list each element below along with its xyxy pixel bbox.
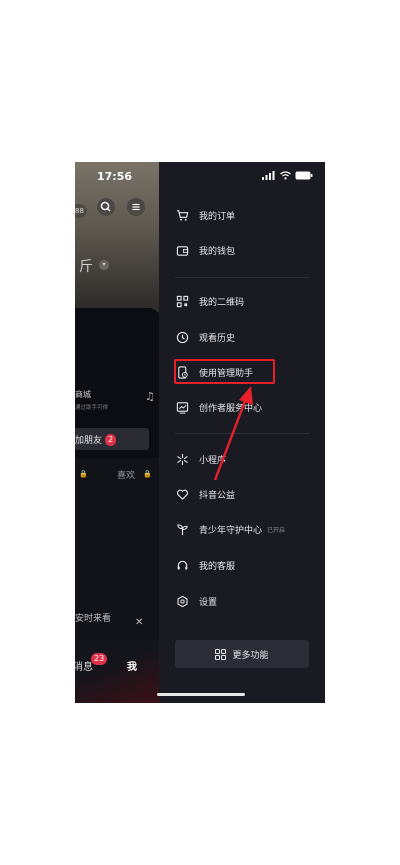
phone-screen: 17:56 88 斤 ▾ 商城 通过助手可得 ♫ 加朋友 2 🔒 喜欢 🔒 安时来… — [75, 162, 325, 703]
home-indicator — [157, 693, 245, 696]
red-arrow — [213, 386, 253, 481]
